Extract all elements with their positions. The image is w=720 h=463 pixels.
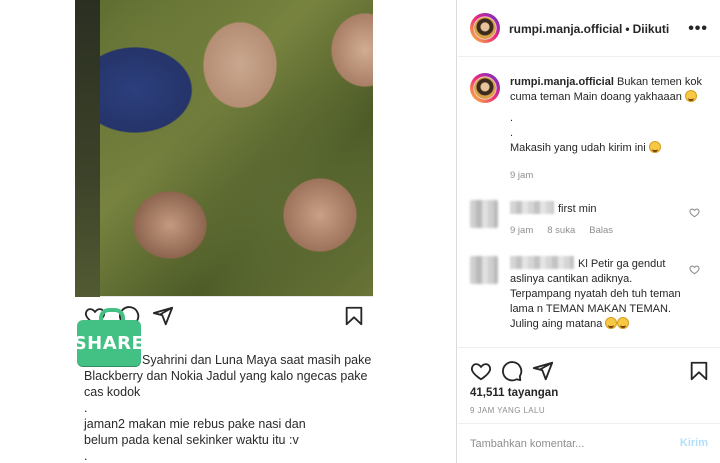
comment-text: first min (558, 203, 597, 215)
caption-line: . (84, 401, 88, 415)
caption-line: Blackberry dan Nokia Jadul yang kalo nge… (84, 369, 368, 383)
photo-edge (75, 0, 100, 297)
laughing-emoji-icon (684, 90, 697, 102)
blurred-username (510, 201, 554, 214)
comment-time: 9 jam (510, 225, 534, 236)
separator: • (625, 22, 630, 36)
caption-line: . (510, 127, 514, 139)
laughing-emoji-icon (648, 141, 661, 153)
comment-likes[interactable]: 8 suka (547, 225, 575, 236)
laughing-emoji-icon (605, 317, 618, 329)
comments-list[interactable]: rumpi.manja.official Bukan temen kok cum… (458, 58, 720, 348)
blurred-username (510, 256, 574, 269)
comment-composer: Kirim (458, 423, 720, 463)
comment-body: first min (510, 201, 690, 217)
comment-meta: 9 jam 8 suka Balas (510, 225, 627, 236)
heart-icon[interactable] (470, 360, 492, 382)
caption-line: belum pada kenal sekinker waktu itu :v (84, 433, 299, 447)
avatar[interactable] (470, 13, 500, 43)
post-photo[interactable] (75, 0, 373, 297)
caption-line-thanks: Makasih yang udah kirim ini (510, 141, 710, 156)
more-icon[interactable]: ••• (688, 20, 708, 38)
reply-button[interactable]: Balas (589, 225, 613, 236)
avatar[interactable] (470, 73, 500, 103)
comment-icon[interactable] (501, 360, 523, 382)
laughing-emoji-icon (617, 317, 630, 329)
comment-body: Kl Petir ga gendut aslinya cantikan adik… (510, 256, 690, 332)
post-caption-text: Syahrini dan Luna Maya saat masih pake B… (84, 352, 374, 463)
post-header: rumpi.manja.official • Diikuti ••• (458, 0, 720, 57)
username-link[interactable]: rumpi.manja.official (509, 22, 622, 36)
bookmark-icon[interactable] (688, 360, 710, 382)
caption-line: . (84, 449, 88, 463)
caption-thanks-text: Makasih yang udah kirim ini (510, 142, 646, 154)
post-side-panel: rumpi.manja.official • Diikuti ••• rumpi.m… (458, 0, 720, 463)
heart-icon[interactable] (689, 207, 700, 218)
blurred-avatar (470, 256, 498, 284)
caption-line: jaman2 makan mie rebus pake nasi dan (84, 417, 306, 431)
send-icon[interactable] (532, 360, 554, 382)
caption-body: rumpi.manja.official Bukan temen kok cum… (510, 75, 710, 183)
header-username-line: rumpi.manja.official • Diikuti (509, 22, 669, 36)
send-icon[interactable] (152, 305, 174, 327)
comment-input[interactable] (470, 436, 670, 452)
bookmark-icon[interactable] (343, 305, 365, 327)
post-comment-button[interactable]: Kirim (680, 437, 708, 449)
caption-line: cas kodok (84, 385, 141, 399)
post-media-area: SHARE Syahrini dan Luna Maya saat masih … (0, 0, 457, 463)
caption-line: . (510, 112, 514, 124)
username-link[interactable]: rumpi.manja.official (510, 76, 614, 88)
blurred-avatar (470, 200, 498, 228)
heart-icon[interactable] (689, 264, 700, 275)
caption-line: Syahrini dan Luna Maya saat masih pake (142, 353, 372, 367)
caption-time: 9 jam (510, 170, 534, 181)
post-time: 9 JAM YANG LALU (470, 406, 546, 415)
follow-button[interactable]: Diikuti (633, 22, 670, 36)
view-count[interactable]: 41,511 tayangan (470, 387, 558, 399)
actions-bar (458, 349, 720, 389)
